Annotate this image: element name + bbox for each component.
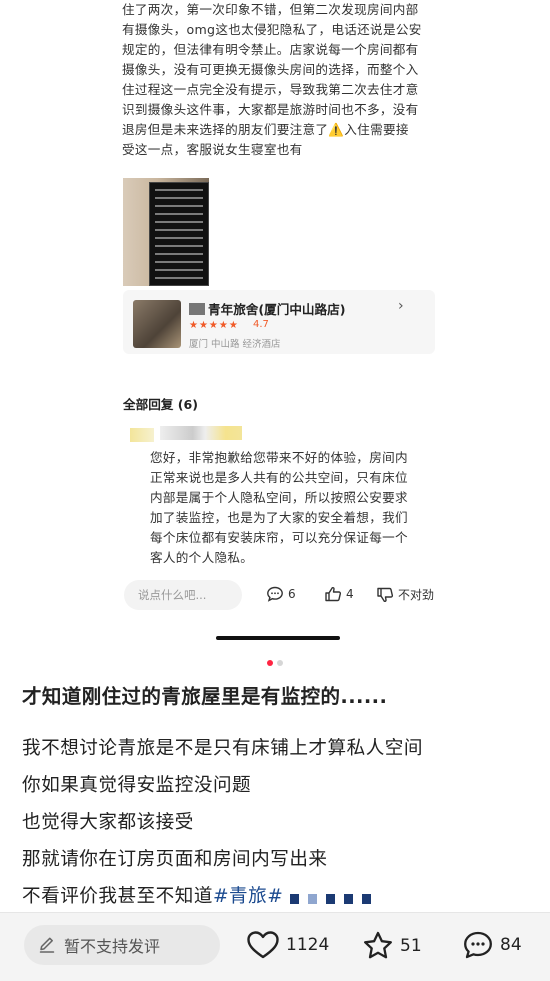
dislike-label: 不对劲: [398, 588, 435, 602]
like-button[interactable]: 1124: [246, 930, 329, 960]
review-line: 住过程这一点完全没有提示，导致我第二次去住才意: [122, 82, 419, 97]
review-line: 退房但是未来选择的朋友们要注意了⚠️入住需要接: [122, 122, 409, 137]
favorite-button[interactable]: 51: [362, 930, 422, 962]
post-line: 也觉得大家都该接受: [22, 812, 194, 833]
favorite-count: 51: [400, 936, 422, 956]
reply-input[interactable]: 说点什么吧...: [124, 580, 242, 610]
redacted-username: [160, 426, 242, 440]
avatar: [130, 428, 154, 442]
image-pager-dots: [267, 660, 283, 666]
comment-icon: [267, 586, 283, 602]
post-line: 你如果真觉得安监控没问题: [22, 775, 252, 796]
hashtag-link[interactable]: #青旅#: [213, 886, 283, 907]
reply-line: 每个床位都有安装床帘，可以充分保证每一个: [150, 530, 408, 545]
review-line: 规定的，但法律有明令禁止。店家说每一个房间都有: [122, 42, 419, 57]
bottom-action-bar: 暂不支持发评 1124 51 84: [0, 912, 550, 981]
like-count: 1124: [286, 935, 330, 955]
rating-stars: ★★★★★: [189, 320, 239, 331]
notice-sign-image: [149, 182, 209, 286]
comment-placeholder: 暂不支持发评: [64, 937, 161, 956]
review-card: 住了两次，第一次印象不错，但第二次发现房间内部 有摄像头，omg这也太侵犯隐私了…: [108, 0, 448, 640]
reply-line: 加了装监控，也是为了大家的安全着想，我们: [150, 510, 408, 525]
dislike-stat[interactable]: 不对劲: [376, 586, 434, 603]
post-line: 我不想讨论青旅是不是只有床铺上才算私人空间: [22, 738, 423, 759]
redacted-block: [189, 303, 205, 315]
likes-stat[interactable]: 4: [324, 586, 354, 602]
home-indicator: [216, 636, 340, 640]
comment-button[interactable]: 84: [462, 930, 522, 960]
reply-line: 内部是属于个人隐私空间，所以按照公安要求: [150, 490, 408, 505]
review-line: 识到摄像头这件事，大家都是旅游时间也不多，没有: [122, 102, 419, 117]
review-photo[interactable]: [123, 178, 209, 286]
comments-stat[interactable]: 6: [266, 586, 296, 602]
reply-line: 您好，非常抱歉给您带来不好的体验，房间内: [150, 450, 408, 465]
pager-dot: [277, 660, 283, 666]
post-title: 才知道刚住过的青旅屋里是有监控的......: [22, 685, 388, 708]
review-line: 受这一点，客服说女生寝室也有: [122, 142, 303, 157]
reply-line: 正常来说也是多人共有的公共空间，只有床位: [150, 470, 408, 485]
comment-count: 84: [500, 935, 522, 955]
hotel-name-text: 青年旅舍(厦门中山路店): [208, 302, 346, 317]
reply-text: 您好，非常抱歉给您带来不好的体验，房间内 正常来说也是多人共有的公共空间，只有床…: [150, 448, 440, 568]
comments-count: 6: [288, 587, 296, 601]
hotel-location: 厦门 中山路 经济酒店: [189, 339, 281, 350]
comment-bubble-icon: [464, 931, 492, 959]
embedded-screenshot: 住了两次，第一次印象不错，但第二次发现房间内部 有摄像头，omg这也太侵犯隐私了…: [0, 0, 550, 650]
pencil-icon: [39, 937, 55, 953]
thumbs-up-icon: [325, 586, 342, 602]
hotel-card[interactable]: 青年旅舍(厦门中山路店) › ★★★★★ 4.7 厦门 中山路 经济酒店: [123, 290, 435, 354]
star-icon: [364, 931, 392, 959]
comment-input[interactable]: 暂不支持发评: [24, 925, 220, 965]
review-text: 住了两次，第一次印象不错，但第二次发现房间内部 有摄像头，omg这也太侵犯隐私了…: [122, 0, 440, 160]
review-line: 摄像头，没有可更换无摄像头房间的选择，而整个入: [122, 62, 419, 77]
thumbs-down-icon: [377, 587, 394, 602]
post-body: 我不想讨论青旅是不是只有床铺上才算私人空间 你如果真觉得安监控没问题 也觉得大家…: [22, 730, 532, 917]
rating-value: 4.7: [253, 319, 269, 330]
reply-line: 客人的个人隐私。: [150, 550, 254, 565]
pager-dot-active: [267, 660, 273, 666]
review-line: 住了两次，第一次印象不错，但第二次发现房间内部: [122, 2, 419, 17]
replies-header: 全部回复 (6): [123, 397, 199, 412]
review-line: 有摄像头，omg这也太侵犯隐私了，电话还说是公安: [122, 22, 422, 37]
likes-count: 4: [346, 587, 354, 601]
hotel-thumbnail: [133, 300, 181, 348]
chevron-right-icon: ›: [398, 298, 404, 314]
hotel-name: 青年旅舍(厦门中山路店): [189, 299, 345, 318]
post-line-text: 不看评价我甚至不知道: [22, 886, 213, 907]
heart-icon: [247, 931, 279, 959]
post-line: 那就请你在订房页面和房间内写出来: [22, 849, 328, 870]
